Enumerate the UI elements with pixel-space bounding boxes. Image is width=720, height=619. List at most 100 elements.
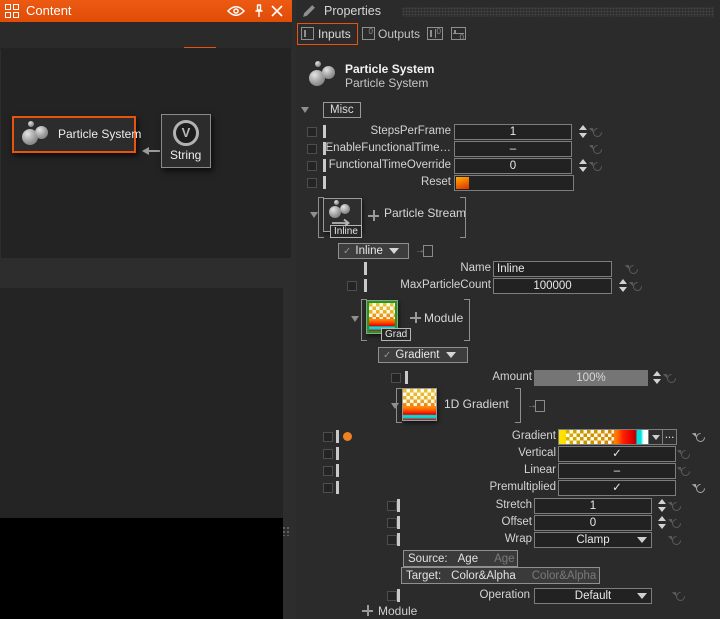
- stream-collapse-icon[interactable]: [310, 212, 318, 218]
- reset-value-icon[interactable]: [627, 262, 639, 275]
- reset-value-icon[interactable]: [670, 499, 682, 512]
- value-field[interactable]: 1: [534, 498, 652, 514]
- target-mapping-box[interactable]: Target: Color&Alpha Color&Alpha: [401, 567, 600, 584]
- gradient-browse-button[interactable]: ...: [662, 429, 677, 445]
- module-type-dropdown[interactable]: ✓ Gradient: [378, 347, 468, 363]
- pin-checkbox[interactable]: [323, 483, 333, 493]
- value-field[interactable]: 0: [534, 515, 652, 531]
- particle-system-node[interactable]: Particle System: [12, 116, 136, 153]
- bang-button[interactable]: [456, 177, 469, 189]
- pin-checkbox[interactable]: [391, 373, 401, 383]
- value-field[interactable]: Inline: [493, 261, 612, 277]
- pin-checkbox[interactable]: [323, 449, 333, 459]
- properties-panel-title: Properties: [324, 4, 381, 18]
- reset-value-icon[interactable]: [679, 464, 691, 477]
- properties-titlebar[interactable]: Properties: [296, 0, 720, 22]
- pin-handle[interactable]: [336, 464, 339, 477]
- lower-canvas[interactable]: [0, 288, 283, 619]
- reset-value-icon[interactable]: [591, 142, 603, 155]
- module-collapse-icon[interactable]: [351, 316, 359, 322]
- split-vertical-icon[interactable]: 0: [427, 27, 443, 40]
- insert-link-icon[interactable]: →: [415, 245, 433, 257]
- pin-handle[interactable]: [397, 589, 400, 602]
- misc-collapse-icon[interactable]: [301, 107, 309, 113]
- pin-handle[interactable]: [336, 447, 339, 460]
- content-titlebar[interactable]: Content: [0, 0, 292, 22]
- add-icon[interactable]: [368, 210, 379, 221]
- pin-checkbox[interactable]: [323, 466, 333, 476]
- gradient-preview-bar[interactable]: [558, 429, 649, 445]
- value-field[interactable]: 1: [454, 124, 572, 140]
- spinner[interactable]: [657, 516, 668, 530]
- gradient1d-thumb[interactable]: [402, 388, 437, 421]
- tab-inputs[interactable]: Inputs: [297, 23, 358, 45]
- pin-icon[interactable]: [254, 4, 264, 19]
- spinner[interactable]: [578, 159, 589, 173]
- toggle-field[interactable]: ✓: [558, 480, 676, 496]
- pin-handle[interactable]: [397, 516, 400, 529]
- value-field[interactable]: 100000: [493, 278, 612, 294]
- pin-checkbox[interactable]: [387, 518, 397, 528]
- reset-value-icon[interactable]: [670, 516, 682, 529]
- content-panel: Content: [0, 0, 292, 619]
- pin-checkbox[interactable]: [347, 281, 357, 291]
- add-module-label[interactable]: Module: [378, 604, 417, 618]
- pin-checkbox[interactable]: [307, 127, 317, 137]
- pin-checkbox[interactable]: [307, 178, 317, 188]
- spinner[interactable]: [618, 279, 629, 293]
- misc-group-label[interactable]: Misc: [323, 102, 361, 118]
- reset-value-icon[interactable]: [674, 589, 686, 602]
- pin-checkbox[interactable]: [307, 144, 317, 154]
- pin-checkbox[interactable]: [307, 161, 317, 171]
- reset-value-icon[interactable]: [694, 430, 706, 443]
- stream-type-dropdown[interactable]: ✓ Inline: [338, 243, 409, 259]
- gradient-dropdown-button[interactable]: [648, 429, 663, 445]
- spinner[interactable]: [657, 499, 668, 513]
- bracket-right: [515, 388, 521, 423]
- pin-handle[interactable]: [336, 430, 339, 443]
- panel-splitter[interactable]: [0, 258, 292, 288]
- reset-value-icon[interactable]: [631, 279, 643, 292]
- titlebar-grip[interactable]: [402, 7, 714, 17]
- toggle-field[interactable]: –: [558, 463, 676, 479]
- pin-handle[interactable]: [405, 371, 408, 384]
- chevron-down-icon: [637, 537, 647, 543]
- pin-handle[interactable]: [364, 279, 367, 292]
- close-icon[interactable]: [271, 5, 283, 17]
- toggle-field[interactable]: ✓: [558, 446, 676, 462]
- eye-icon[interactable]: [227, 5, 245, 17]
- patch-canvas[interactable]: Particle System V String: [1, 48, 291, 258]
- add-icon[interactable]: [410, 312, 421, 323]
- reset-value-icon[interactable]: [670, 533, 682, 546]
- pin-checkbox[interactable]: [387, 501, 397, 511]
- link-arrow-icon: [138, 147, 160, 155]
- source-mapping-box[interactable]: Source: Age Age: [403, 550, 518, 567]
- pin-handle[interactable]: [336, 481, 339, 494]
- bang-field[interactable]: [454, 175, 574, 191]
- property-label: Reset: [326, 176, 451, 188]
- reset-value-icon[interactable]: [591, 125, 603, 138]
- string-node[interactable]: V String: [161, 114, 211, 168]
- pin-handle[interactable]: [364, 262, 367, 275]
- reset-value-icon[interactable]: [694, 481, 706, 494]
- spinner[interactable]: [652, 371, 663, 385]
- pin-checkbox[interactable]: [387, 591, 397, 601]
- connected-pin-dot[interactable]: [343, 432, 352, 441]
- value-field[interactable]: –: [454, 141, 572, 157]
- check-icon: ✓: [343, 246, 351, 257]
- add-module-icon[interactable]: [362, 605, 373, 616]
- pin-handle[interactable]: [397, 533, 400, 546]
- reset-value-icon[interactable]: [665, 371, 677, 384]
- reset-value-icon[interactable]: [591, 159, 603, 172]
- pin-handle[interactable]: [397, 499, 400, 512]
- split-horizontal-icon[interactable]: 0: [451, 27, 466, 40]
- amount-slider[interactable]: 100%: [534, 370, 648, 386]
- enum-dropdown[interactable]: Clamp: [534, 532, 652, 548]
- pin-checkbox[interactable]: [323, 432, 333, 442]
- insert-link-icon[interactable]: →: [527, 400, 545, 412]
- reset-value-icon[interactable]: [679, 447, 691, 460]
- value-field[interactable]: 0: [454, 158, 572, 174]
- enum-dropdown[interactable]: Default: [534, 588, 652, 604]
- spinner[interactable]: [578, 125, 589, 139]
- pin-checkbox[interactable]: [387, 535, 397, 545]
